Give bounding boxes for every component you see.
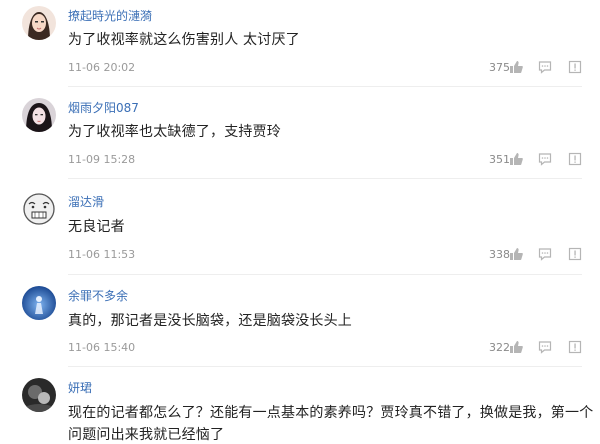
divider bbox=[68, 178, 582, 179]
thumbs-up-icon[interactable] bbox=[509, 152, 523, 166]
comment-bubble-icon[interactable] bbox=[538, 247, 552, 261]
avatar[interactable] bbox=[22, 6, 56, 40]
thumbs-up-icon[interactable] bbox=[509, 60, 523, 74]
avatar[interactable] bbox=[22, 378, 56, 412]
avatar-image-icon bbox=[22, 286, 56, 320]
comment-text: 真的，那记者是没长脑袋，还是脑袋没长头上 bbox=[68, 313, 352, 329]
avatar[interactable] bbox=[22, 98, 56, 132]
comment-bubble-icon[interactable] bbox=[538, 60, 552, 74]
comment-text: 为了收视率也太缺德了，支持贾玲 bbox=[68, 124, 281, 140]
divider bbox=[68, 274, 582, 275]
avatar-image-icon bbox=[22, 192, 56, 226]
divider bbox=[68, 86, 582, 87]
avatar[interactable] bbox=[22, 192, 56, 226]
comment-bubble-icon[interactable] bbox=[538, 152, 552, 166]
avatar-image-icon bbox=[22, 6, 56, 40]
username-link[interactable]: 余罪不多余 bbox=[68, 287, 128, 304]
like-count: 338 bbox=[489, 248, 510, 261]
avatar-image-icon bbox=[22, 378, 56, 412]
like-count: 375 bbox=[489, 61, 510, 74]
report-flag-icon[interactable] bbox=[568, 60, 582, 74]
avatar[interactable] bbox=[22, 286, 56, 320]
comment-timestamp: 11-06 15:40 bbox=[68, 341, 136, 354]
comment-timestamp: 11-09 15:28 bbox=[68, 153, 136, 166]
comment-timestamp: 11-06 11:53 bbox=[68, 248, 136, 261]
report-flag-icon[interactable] bbox=[568, 152, 582, 166]
comment-bubble-icon[interactable] bbox=[538, 340, 552, 354]
thumbs-up-icon[interactable] bbox=[509, 247, 523, 261]
report-flag-icon[interactable] bbox=[568, 340, 582, 354]
username-link[interactable]: 撩起時光的漣漪 bbox=[68, 7, 152, 24]
avatar-image-icon bbox=[22, 98, 56, 132]
username-link[interactable]: 烟雨夕阳087 bbox=[68, 99, 139, 116]
comment-text-line2: 问题问出来我就已经恼了 bbox=[68, 427, 225, 443]
thumbs-up-icon[interactable] bbox=[509, 340, 523, 354]
username-link[interactable]: 溜达滑 bbox=[68, 193, 104, 210]
like-count: 322 bbox=[489, 341, 510, 354]
report-flag-icon[interactable] bbox=[568, 247, 582, 261]
comment-timestamp: 11-06 20:02 bbox=[68, 61, 136, 74]
comment-text: 无良记者 bbox=[68, 219, 125, 235]
username-link[interactable]: 妍珺 bbox=[68, 379, 92, 396]
comment-text: 为了收视率就这么伤害别人 太讨厌了 bbox=[68, 32, 300, 48]
like-count: 351 bbox=[489, 153, 510, 166]
divider bbox=[68, 366, 582, 367]
comment-text: 现在的记者都怎么了？还能有一点基本的素养吗？贾玲真不错了，换做是我，第一个 bbox=[68, 405, 594, 421]
